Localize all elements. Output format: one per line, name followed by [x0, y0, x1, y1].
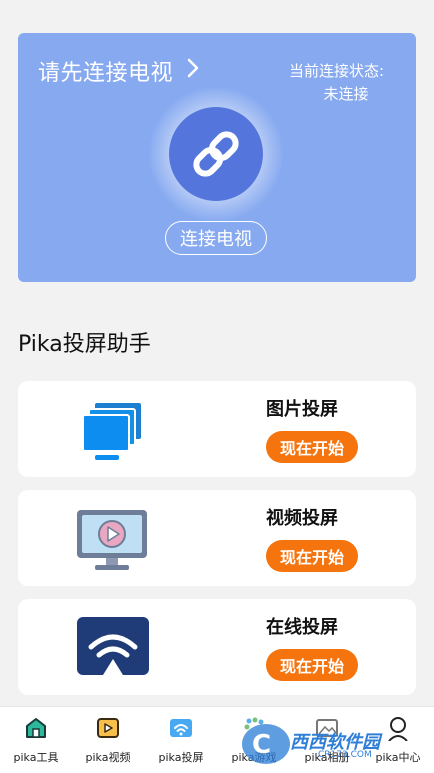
start-button[interactable]: 现在开始 — [266, 431, 358, 463]
video-monitor-icon — [77, 510, 147, 570]
monitor-stack-icon — [82, 403, 141, 460]
tab-label: pika投屏 — [158, 751, 204, 764]
section-title: Pika投屏助手 — [18, 332, 151, 357]
watermark-site: CR173.COM — [318, 750, 372, 760]
tab-pika-tools[interactable]: pika工具 — [0, 707, 76, 773]
connect-tv-button[interactable]: 连接电视 — [165, 221, 267, 255]
card-title: 在线投屏 — [266, 617, 338, 638]
link-icon — [193, 131, 239, 177]
connect-tv-prompt[interactable]: 请先连接电视 — [38, 55, 173, 87]
tab-pika-video[interactable]: pika视频 — [68, 707, 148, 773]
connection-status-value: 未连接 — [323, 85, 369, 103]
home-icon — [26, 718, 46, 738]
card-online-cast[interactable]: 在线投屏 现在开始 — [18, 599, 416, 695]
start-button[interactable]: 现在开始 — [266, 649, 358, 681]
connection-status-label: 当前连接状态: — [288, 62, 384, 80]
cast-icon — [170, 719, 192, 737]
video-icon — [97, 718, 119, 738]
card-title: 图片投屏 — [266, 399, 338, 420]
svg-text:C: C — [252, 730, 271, 760]
wireless-cast-icon — [77, 617, 149, 675]
tab-label: pika视频 — [85, 751, 131, 764]
card-title: 视频投屏 — [266, 508, 338, 529]
card-video-cast[interactable]: 视频投屏 现在开始 — [18, 490, 416, 586]
link-button[interactable] — [169, 107, 263, 201]
tab-label: pika工具 — [13, 751, 59, 764]
chevron-right-icon[interactable] — [184, 57, 202, 79]
start-button[interactable]: 现在开始 — [266, 540, 358, 572]
tab-pika-cast[interactable]: pika投屏 — [141, 707, 221, 773]
connection-panel: 请先连接电视 当前连接状态: 未连接 连接电视 — [18, 33, 416, 282]
card-picture-cast[interactable]: 图片投屏 现在开始 — [18, 381, 416, 477]
